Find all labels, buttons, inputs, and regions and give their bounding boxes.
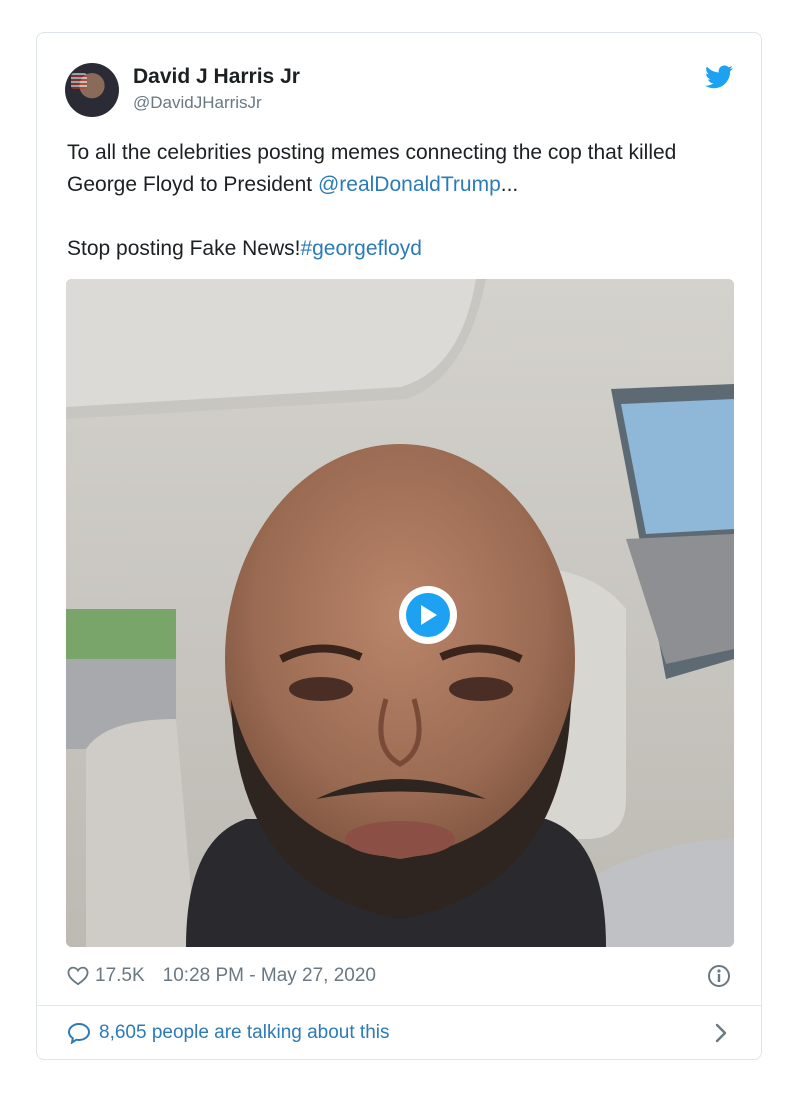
twitter-bird-icon[interactable] bbox=[705, 65, 733, 89]
play-icon bbox=[406, 593, 450, 637]
ellipsis: ... bbox=[500, 173, 519, 196]
info-icon[interactable] bbox=[707, 964, 731, 988]
tweet-timestamp[interactable]: 10:28 PM - May 27, 2020 bbox=[163, 965, 376, 987]
tweet-text: To all the celebrities posting memes con… bbox=[67, 137, 727, 265]
talking-count-label[interactable]: 8,605 people are talking about this bbox=[99, 1022, 390, 1044]
speech-bubble-icon bbox=[67, 1022, 91, 1044]
tweet-footer: 17.5K 10:28 PM - May 27, 2020 bbox=[67, 961, 731, 991]
embedded-tweet-card: David J Harris Jr @DavidJHarrisJr To all… bbox=[36, 32, 762, 1060]
hashtag-link[interactable]: #georgefloyd bbox=[300, 237, 421, 260]
chevron-right-icon[interactable] bbox=[711, 1021, 731, 1045]
author-name[interactable]: David J Harris Jr bbox=[133, 65, 300, 89]
conversation-link[interactable]: 8,605 people are talking about this bbox=[67, 1017, 731, 1049]
play-button[interactable] bbox=[399, 586, 457, 644]
divider bbox=[37, 1005, 761, 1006]
heart-icon[interactable] bbox=[67, 966, 89, 986]
mention-link[interactable]: @realDonaldTrump bbox=[318, 173, 501, 196]
tweet-text-part2: Stop posting Fake News! bbox=[67, 237, 301, 260]
author-handle[interactable]: @DavidJHarrisJr bbox=[133, 93, 262, 113]
like-count[interactable]: 17.5K bbox=[95, 965, 145, 987]
video-thumbnail[interactable] bbox=[66, 279, 734, 947]
avatar[interactable] bbox=[65, 63, 119, 117]
